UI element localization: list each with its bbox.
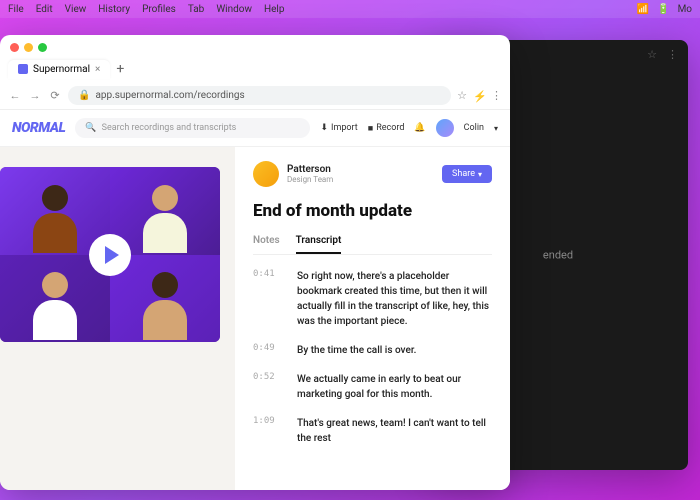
- menu-dots-icon[interactable]: ⋮: [491, 89, 502, 102]
- app-logo[interactable]: NORMAL: [12, 120, 65, 136]
- transcript-text: By the time the call is over.: [297, 343, 416, 358]
- url-bar: ← → ⟳ 🔒 app.supernormal.com/recordings ☆…: [0, 82, 510, 110]
- menu-dots-icon[interactable]: ⋮: [667, 48, 678, 61]
- app-header: NORMAL 🔍 Search recordings and transcrip…: [0, 110, 510, 147]
- macos-menubar: File Edit View History Profiles Tab Wind…: [0, 0, 700, 18]
- address-input[interactable]: 🔒 app.supernormal.com/recordings: [68, 86, 451, 105]
- battery-icon: 🔋: [657, 4, 669, 15]
- author-name: Patterson: [287, 164, 434, 175]
- timestamp: 0:41: [253, 269, 283, 329]
- user-name: Colin: [464, 123, 484, 133]
- lock-icon: 🔒: [78, 90, 90, 101]
- timestamp: 0:52: [253, 372, 283, 402]
- menu-profiles[interactable]: Profiles: [142, 4, 176, 15]
- tab-notes[interactable]: Notes: [253, 235, 280, 254]
- window-controls: [0, 35, 510, 56]
- close-window-button[interactable]: [10, 43, 19, 52]
- transcript-text: That's great news, team! I can't want to…: [297, 416, 492, 446]
- transcript-line[interactable]: 1:09 That's great news, team! I can't wa…: [253, 416, 492, 446]
- star-icon[interactable]: ☆: [647, 48, 657, 61]
- author-role: Design Team: [287, 175, 434, 184]
- maximize-window-button[interactable]: [38, 43, 47, 52]
- video-thumbnail[interactable]: [0, 167, 220, 342]
- menu-view[interactable]: View: [65, 4, 87, 15]
- back-icon[interactable]: ←: [8, 89, 22, 103]
- tab-title: Supernormal: [33, 64, 90, 75]
- transcript-line[interactable]: 0:41 So right now, there's a placeholder…: [253, 269, 492, 329]
- camera-icon: ■: [368, 123, 373, 134]
- play-button[interactable]: [89, 234, 131, 276]
- record-button[interactable]: ■ Record: [368, 123, 405, 134]
- transcript-line[interactable]: 0:52 We actually came in early to beat o…: [253, 372, 492, 402]
- timestamp: 1:09: [253, 416, 283, 446]
- timestamp: 0:49: [253, 343, 283, 358]
- bell-icon[interactable]: 🔔: [414, 123, 425, 133]
- search-icon: 🔍: [85, 123, 96, 133]
- extension-icon[interactable]: ⚡: [473, 90, 485, 102]
- url-text: app.supernormal.com/recordings: [95, 90, 244, 101]
- menu-tab[interactable]: Tab: [188, 4, 204, 15]
- close-tab-button[interactable]: ×: [95, 64, 100, 75]
- video-column: [0, 147, 235, 490]
- browser-tabs: Supernormal × +: [0, 56, 510, 82]
- transcript-line[interactable]: 0:49 By the time the call is over.: [253, 343, 492, 358]
- chevron-down-icon: ▾: [478, 170, 482, 179]
- menubar-clock: Mo: [678, 4, 692, 15]
- chevron-down-icon[interactable]: ▾: [494, 124, 498, 133]
- menu-edit[interactable]: Edit: [36, 4, 53, 15]
- download-icon: ⬇: [320, 123, 328, 133]
- reload-icon[interactable]: ⟳: [48, 89, 62, 103]
- menu-help[interactable]: Help: [264, 4, 284, 15]
- transcript-list: 0:41 So right now, there's a placeholder…: [253, 269, 492, 446]
- recording-title: End of month update: [253, 201, 492, 221]
- search-placeholder: Search recordings and transcripts: [102, 123, 237, 133]
- star-icon[interactable]: ☆: [457, 89, 467, 102]
- author-avatar[interactable]: [253, 161, 279, 187]
- forward-icon[interactable]: →: [28, 89, 42, 103]
- search-input[interactable]: 🔍 Search recordings and transcripts: [75, 118, 310, 138]
- tab-transcript[interactable]: Transcript: [296, 235, 342, 254]
- status-text: ended: [543, 249, 573, 262]
- menu-file[interactable]: File: [8, 4, 24, 15]
- transcript-text: We actually came in early to beat our ma…: [297, 372, 492, 402]
- wifi-icon: 📶: [637, 4, 649, 15]
- author-row: Patterson Design Team Share ▾: [253, 161, 492, 187]
- tab-favicon-icon: [18, 64, 28, 74]
- transcript-text: So right now, there's a placeholder book…: [297, 269, 492, 329]
- browser-window: Supernormal × + ← → ⟳ 🔒 app.supernormal.…: [0, 35, 510, 490]
- detail-column: Patterson Design Team Share ▾ End of mon…: [235, 147, 510, 490]
- detail-tabs: Notes Transcript: [253, 235, 492, 255]
- menu-history[interactable]: History: [98, 4, 130, 15]
- new-tab-button[interactable]: +: [116, 61, 124, 77]
- menu-window[interactable]: Window: [216, 4, 252, 15]
- browser-tab[interactable]: Supernormal ×: [8, 60, 110, 79]
- user-avatar[interactable]: [436, 119, 454, 137]
- import-button[interactable]: ⬇ Import: [320, 123, 357, 133]
- minimize-window-button[interactable]: [24, 43, 33, 52]
- share-button[interactable]: Share ▾: [442, 165, 492, 183]
- main-content: Patterson Design Team Share ▾ End of mon…: [0, 147, 510, 490]
